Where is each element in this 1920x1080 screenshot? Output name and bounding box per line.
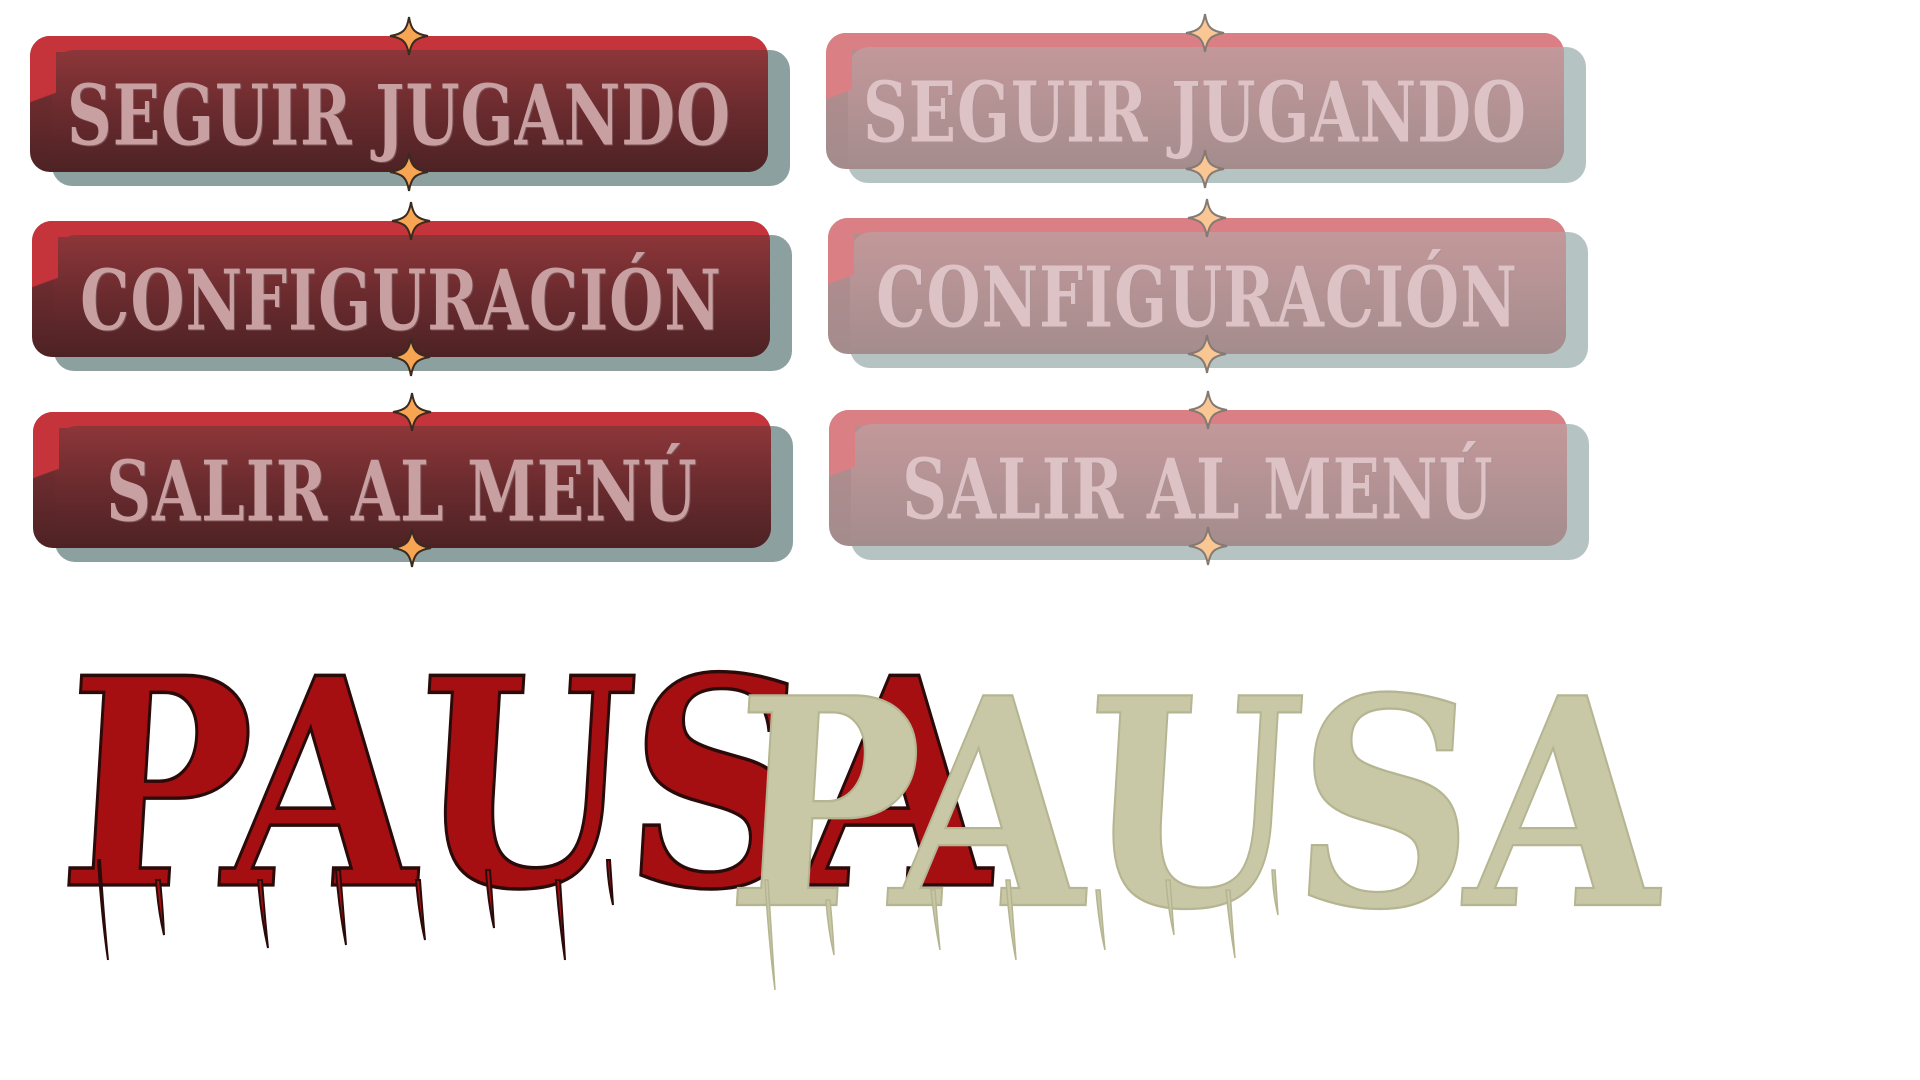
drips-decoration-faded — [764, 869, 1279, 991]
